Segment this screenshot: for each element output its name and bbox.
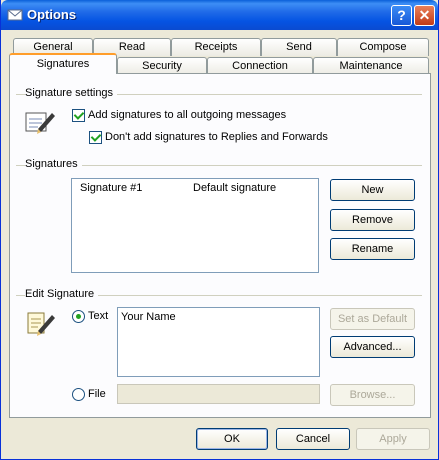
question-icon: ? <box>397 7 406 23</box>
title-bar: Options ? ✕ <box>1 0 438 30</box>
file-radio[interactable] <box>72 388 85 401</box>
new-button[interactable]: New <box>330 179 415 201</box>
remove-button[interactable]: Remove <box>330 209 415 231</box>
tab-label: Send <box>286 41 312 53</box>
browse-button[interactable]: Browse... <box>330 384 415 406</box>
close-icon: ✕ <box>418 7 431 23</box>
signature-text-area[interactable]: Your Name <box>117 307 320 377</box>
cancel-button[interactable]: Cancel <box>276 428 350 450</box>
close-button[interactable]: ✕ <box>414 5 435 26</box>
tab-label: Compose <box>359 41 407 53</box>
signature-settings-heading: Signature settings <box>25 87 118 99</box>
file-path-field[interactable] <box>117 384 320 404</box>
signatures-list[interactable]: Signature #1 Default signature <box>71 178 319 273</box>
edit-signature-heading: Edit Signature <box>25 288 99 300</box>
no-replies-checkbox[interactable] <box>89 131 102 144</box>
help-button[interactable]: ? <box>391 5 412 26</box>
signature-name: Signature #1 <box>80 182 143 194</box>
tab-signatures[interactable]: Signatures <box>9 53 117 74</box>
rename-button[interactable]: Rename <box>330 238 415 260</box>
signature-pen-icon <box>24 107 56 137</box>
text-option-label: Text <box>88 310 109 322</box>
add-signatures-checkbox[interactable] <box>72 109 85 122</box>
advanced-button[interactable]: Advanced... <box>330 336 415 358</box>
tab-send[interactable]: Send <box>261 38 337 56</box>
apply-button[interactable]: Apply <box>356 428 430 450</box>
ok-button[interactable]: OK <box>196 428 268 450</box>
tab-label: General <box>33 41 73 53</box>
signature-note: Default signature <box>193 182 277 194</box>
tab-compose[interactable]: Compose <box>337 38 429 56</box>
mail-envelope-icon <box>7 7 23 23</box>
tab-label: Signatures <box>36 58 90 70</box>
signatures-panel: Signature settings Add signatures to all… <box>9 73 431 418</box>
tab-label: Security <box>142 60 182 72</box>
edit-signature-icon <box>24 309 56 339</box>
file-option-label: File <box>88 388 106 400</box>
signatures-heading: Signatures <box>25 158 82 170</box>
tab-receipts[interactable]: Receipts <box>171 38 261 56</box>
tab-label: Receipts <box>194 41 238 53</box>
text-radio[interactable] <box>72 310 85 323</box>
options-dialog: Options ? ✕ General Read Receipts Send C… <box>0 0 439 460</box>
set-as-default-button[interactable]: Set as Default <box>330 308 415 330</box>
window-title: Options <box>27 7 77 22</box>
tab-label: Maintenance <box>339 60 403 72</box>
list-item[interactable]: Signature #1 Default signature <box>72 181 318 196</box>
no-replies-label: Don't add signatures to Replies and Forw… <box>105 131 328 143</box>
add-signatures-label: Add signatures to all outgoing messages <box>88 109 287 121</box>
tab-label: Connection <box>232 60 288 72</box>
tab-label: Read <box>118 41 146 53</box>
